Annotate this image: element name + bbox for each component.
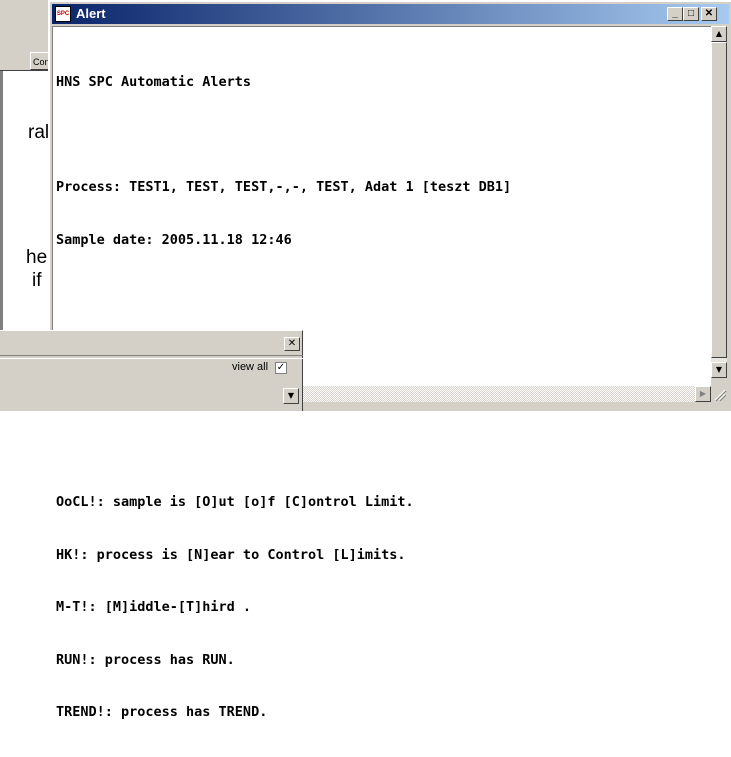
view-all-label: view all xyxy=(232,361,269,373)
dropdown-arrow-icon[interactable]: ▼ xyxy=(283,388,299,404)
resize-grip-icon[interactable] xyxy=(711,386,727,402)
alert-line-sample-date: Sample date: 2005.11.18 12:46 xyxy=(56,231,292,248)
close-button[interactable]: ✕ xyxy=(701,7,717,21)
minimize-button[interactable]: _ xyxy=(667,7,683,21)
vertical-scrollbar[interactable]: ▲ ▼ xyxy=(711,26,727,378)
scroll-right-icon[interactable]: ▶ xyxy=(695,386,711,402)
scroll-up-icon[interactable]: ▲ xyxy=(711,26,727,42)
background-text-fragment: if xyxy=(32,270,42,291)
alert-legend-mt: M-T!: [M]iddle-[T]hird . xyxy=(56,599,252,615)
dialog-separator xyxy=(0,355,303,359)
spc-app-icon: SPC xyxy=(55,6,71,22)
view-all-checkbox[interactable]: ✓ xyxy=(275,362,287,374)
scroll-down-icon[interactable]: ▼ xyxy=(711,362,727,378)
alert-legend-run: RUN!: process has RUN. xyxy=(56,651,235,668)
alert-legend-trend: TREND!: process has TREND. xyxy=(56,704,268,720)
maximize-button[interactable]: □ xyxy=(683,7,699,21)
background-text-fragment: he xyxy=(26,247,48,268)
view-options-dialog: ✕ view all ✓ ▼ xyxy=(0,330,303,411)
scroll-thumb[interactable] xyxy=(711,42,727,358)
title-bar[interactable]: SPC Alert _ □ ✕ xyxy=(52,4,729,24)
window-title: Alert xyxy=(76,6,106,21)
background-text-fragment: ral xyxy=(28,122,50,143)
grip-lines xyxy=(714,389,727,402)
alert-line-process: Process: TEST1, TEST, TEST,-,-, TEST, Ad… xyxy=(56,179,512,195)
horizontal-scrollbar[interactable]: ▶ xyxy=(300,386,711,402)
alert-legend-hk: HK!: process is [N]ear to Control [L]imi… xyxy=(56,546,406,563)
alert-legend-oocl: OoCL!: sample is [O]ut [o]f [C]ontrol Li… xyxy=(56,494,414,510)
alert-line-heading: HNS SPC Automatic Alerts xyxy=(56,74,252,90)
dialog-close-button[interactable]: ✕ xyxy=(284,337,300,351)
